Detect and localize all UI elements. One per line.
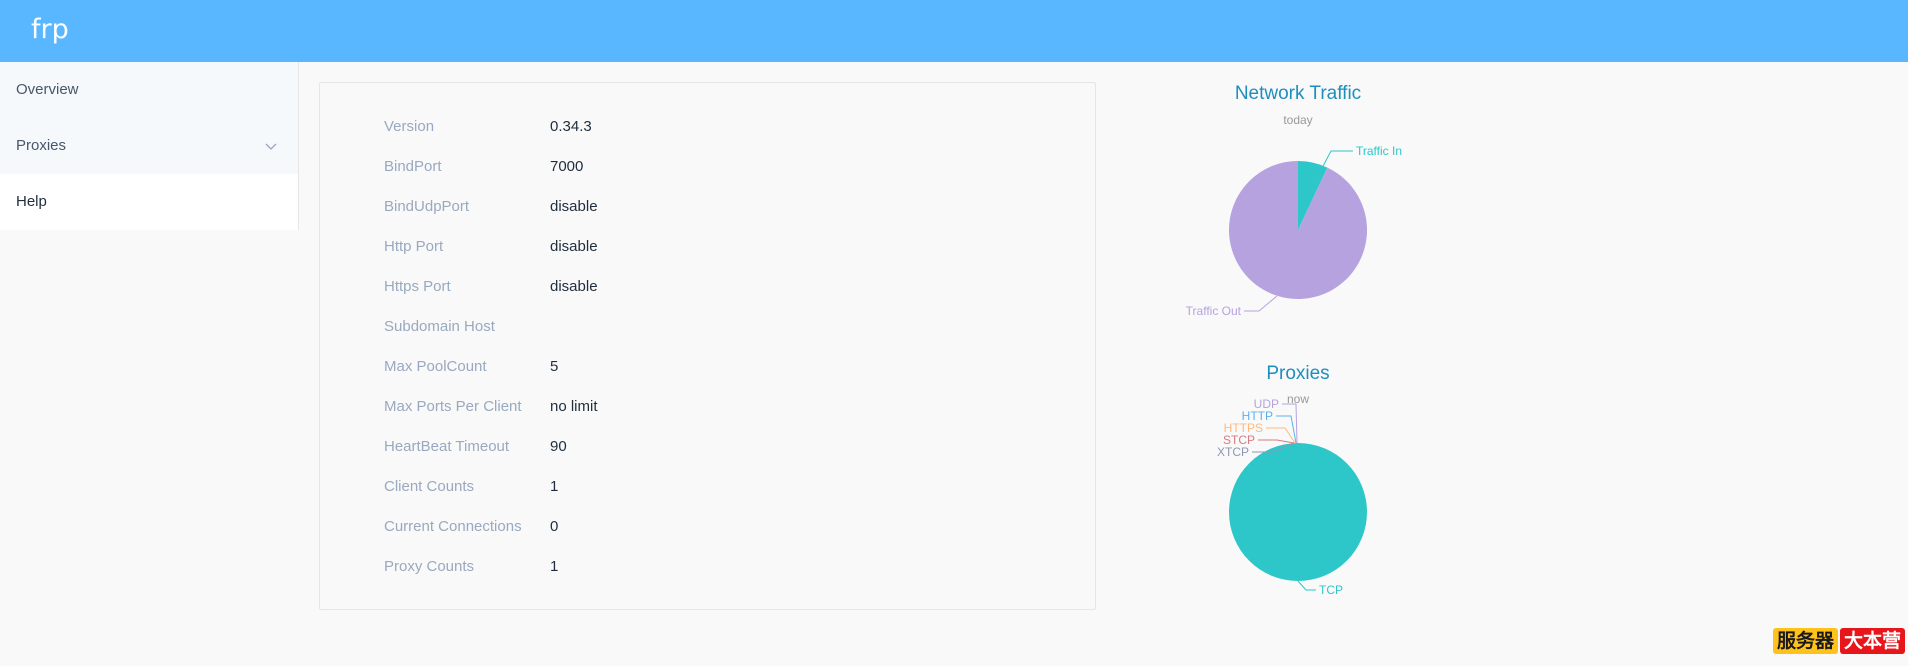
traffic-chart-title: Network Traffic bbox=[1234, 83, 1362, 104]
proxies-pie-chart: TCPUDPHTTPHTTPSSTCPXTCP bbox=[1217, 397, 1367, 597]
info-value: 7000 bbox=[550, 158, 584, 175]
info-label: Https Port bbox=[384, 278, 451, 295]
info-value: disable bbox=[550, 198, 598, 215]
pie-slice-tcp[interactable] bbox=[1229, 443, 1367, 581]
info-value: 5 bbox=[550, 358, 559, 375]
info-value: 1 bbox=[550, 558, 559, 575]
server-info-panel: Version 0.34.3 BindPort 7000 BindUdpPort… bbox=[319, 82, 1096, 610]
info-value: disable bbox=[550, 278, 598, 295]
pie-label-traffic-out: Traffic Out bbox=[1186, 304, 1242, 318]
traffic-chart-subtitle: today bbox=[1283, 113, 1313, 127]
sidebar-item-help[interactable]: Help bbox=[0, 174, 298, 230]
info-label: Max PoolCount bbox=[384, 358, 487, 375]
info-label: Client Counts bbox=[384, 478, 475, 495]
info-value: 0 bbox=[550, 518, 559, 535]
proxies-chart-title: Proxies bbox=[1266, 363, 1330, 384]
info-value: 1 bbox=[550, 478, 559, 495]
info-label: Subdomain Host bbox=[384, 318, 495, 335]
pie-label-line bbox=[1258, 439, 1295, 444]
pie-slice-traffic-out[interactable] bbox=[1229, 161, 1367, 299]
info-label: Http Port bbox=[384, 238, 444, 255]
info-label: Max Ports Per Client bbox=[384, 398, 522, 415]
top-header: frp bbox=[0, 0, 1908, 62]
pie-label-line bbox=[1297, 580, 1316, 591]
traffic-pie-chart: Traffic In Traffic Out bbox=[1186, 144, 1402, 318]
sidebar-item-label: Help bbox=[16, 193, 47, 210]
info-label: BindPort bbox=[384, 158, 442, 175]
chevron-down-icon bbox=[265, 143, 277, 150]
info-label: Current Connections bbox=[384, 518, 522, 535]
info-value: 90 bbox=[550, 438, 567, 455]
pie-label-line bbox=[1244, 295, 1278, 312]
info-value: no limit bbox=[550, 398, 598, 415]
info-value: disable bbox=[550, 238, 598, 255]
pie-label-traffic-in: Traffic In bbox=[1356, 144, 1402, 158]
sidebar-item-proxies[interactable]: Proxies bbox=[0, 118, 298, 174]
sidebar: Overview Proxies Help bbox=[0, 62, 299, 230]
watermark-logo-part1: 服务器 bbox=[1773, 628, 1839, 654]
sidebar-item-overview[interactable]: Overview bbox=[0, 62, 298, 118]
info-label: Proxy Counts bbox=[384, 558, 475, 575]
info-label: Version bbox=[384, 118, 435, 135]
watermark-logo-part2: 大本营 bbox=[1840, 628, 1906, 654]
info-label: HeartBeat Timeout bbox=[384, 438, 510, 455]
info-value: 0.34.3 bbox=[550, 118, 592, 135]
info-label: BindUdpPort bbox=[384, 198, 470, 215]
app-title[interactable]: frp bbox=[31, 14, 69, 45]
pie-label-tcp: TCP bbox=[1319, 583, 1343, 597]
sidebar-item-label: Overview bbox=[16, 81, 79, 98]
sidebar-item-label: Proxies bbox=[16, 137, 67, 154]
pie-label-xtcp: XTCP bbox=[1217, 445, 1249, 459]
